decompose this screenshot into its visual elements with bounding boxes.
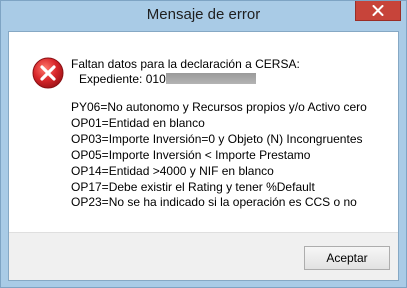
list-item: OP23=No se ha indicado si la operación e… (71, 195, 357, 210)
dialog-body: Faltan datos para la declaración a CERSA… (8, 31, 399, 281)
error-icon (32, 57, 64, 89)
message-area: Faltan datos para la declaración a CERSA… (9, 32, 398, 232)
window-title: Mensaje de error (146, 6, 261, 23)
close-button[interactable] (355, 1, 401, 21)
expediente-label: Expediente: 010 (79, 72, 166, 86)
close-icon (372, 5, 384, 16)
list-item: OP03=Importe Inversión=0 y Objeto (N) In… (71, 131, 363, 146)
redacted-value (165, 73, 256, 84)
title-bar[interactable]: Mensaje de error (1, 1, 406, 31)
expediente-row: Expediente: 010 (79, 72, 256, 87)
button-bar: Aceptar (9, 232, 398, 280)
list-item: OP01=Entidad en blanco (71, 115, 205, 130)
list-item: OP05=Importe Inversión < Importe Prestam… (71, 147, 311, 162)
list-item: OP14=Entidad >4000 y NIF en blanco (71, 163, 274, 178)
accept-button[interactable]: Aceptar (304, 246, 390, 270)
error-dialog: Mensaje de error Faltan datos para la de… (0, 0, 407, 288)
error-heading: Faltan datos para la declaración a CERSA… (71, 57, 300, 71)
list-item: OP17=Debe existir el Rating y tener %Def… (71, 179, 315, 194)
list-item: PY06=No autonomo y Recursos propios y/o … (71, 100, 367, 114)
error-code-list: PY06=No autonomo y Recursos propios y/o … (71, 100, 367, 211)
